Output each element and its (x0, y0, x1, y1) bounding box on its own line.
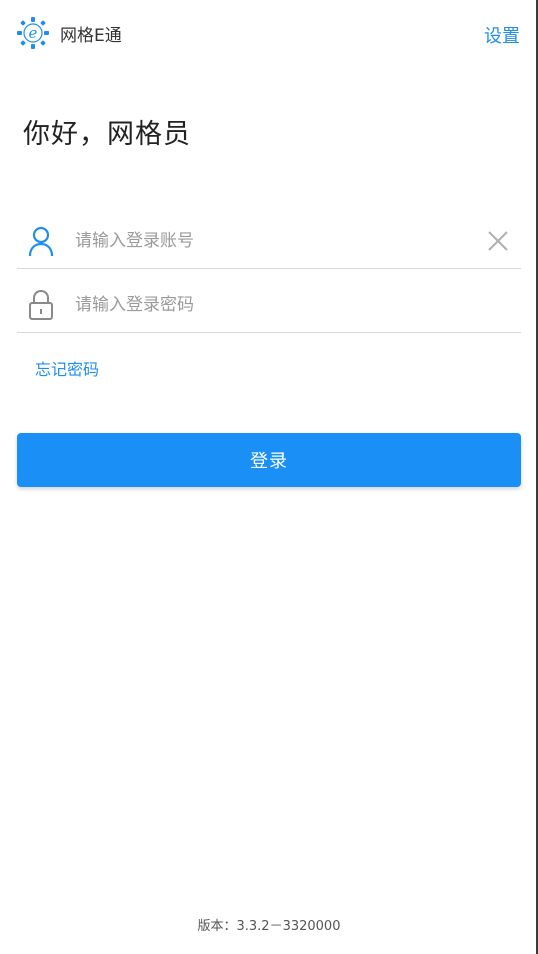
lock-icon (29, 289, 53, 320)
app-logo: e 网格E通 (16, 14, 122, 52)
login-button[interactable]: 登录 (17, 433, 521, 487)
forgot-password-link[interactable]: 忘记密码 (35, 356, 99, 380)
user-icon (28, 226, 54, 257)
settings-link[interactable]: 设置 (484, 22, 520, 48)
username-field (17, 210, 521, 269)
app-title: 网格E通 (60, 25, 122, 46)
close-icon[interactable] (487, 230, 509, 252)
username-input[interactable] (75, 226, 475, 256)
e-logo-icon: e (17, 17, 49, 49)
version-label: 版本：3.3.2－3320000 (197, 919, 341, 934)
app-header: e 网格E通 设置 (16, 14, 520, 54)
password-input[interactable] (75, 290, 475, 320)
svg-text:e: e (29, 24, 38, 42)
password-field (17, 274, 521, 333)
greeting-title: 你好，网格员 (23, 119, 191, 150)
